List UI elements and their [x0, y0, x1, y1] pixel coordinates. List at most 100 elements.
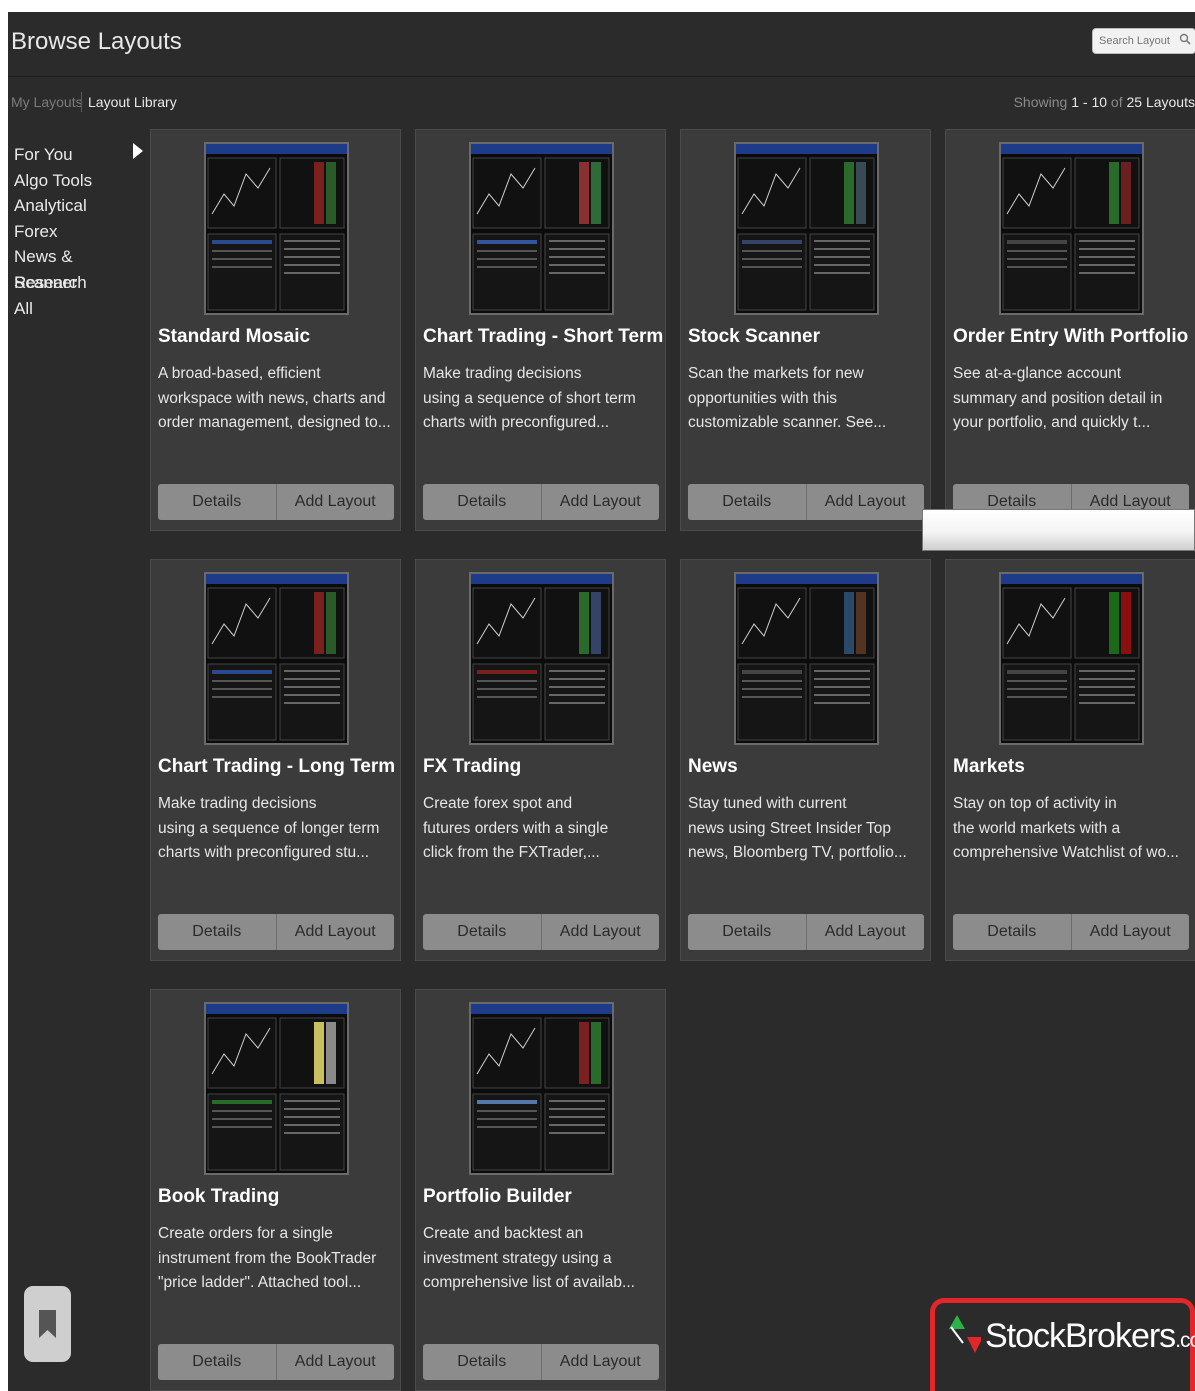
card-button-bar: Details Add Layout: [158, 484, 394, 520]
add-layout-button[interactable]: Add Layout: [807, 484, 925, 520]
details-button[interactable]: Details: [423, 484, 542, 520]
layout-thumbnail[interactable]: [469, 572, 614, 745]
description-line: Stay on top of activity in: [953, 795, 1117, 812]
layout-thumbnail[interactable]: [734, 142, 879, 315]
showing-label: Showing: [1013, 94, 1068, 110]
search-box[interactable]: [1092, 28, 1195, 54]
description-line: See at-a-glance account: [953, 365, 1122, 382]
search-input[interactable]: [1097, 29, 1183, 53]
layout-thumbnail[interactable]: [734, 572, 879, 745]
card-button-bar: Details Add Layout: [158, 1344, 394, 1380]
details-button[interactable]: Details: [953, 914, 1072, 950]
description-line: your portfolio, and quickly t...: [953, 414, 1151, 431]
layout-description: A broad-based, efficient workspace with n…: [158, 362, 392, 436]
description-line: news using Street Insider Top: [688, 819, 892, 837]
add-layout-button[interactable]: Add Layout: [542, 1344, 660, 1380]
layout-description: Create orders for a single instrument fro…: [158, 1222, 392, 1296]
sidebar-item-forex[interactable]: Forex: [14, 219, 144, 245]
add-layout-button[interactable]: Add Layout: [542, 484, 660, 520]
description-line: order management, designed to...: [158, 414, 391, 431]
description-line: workspace with news, charts and: [158, 389, 386, 407]
browse-layouts-window: Browse Layouts My Layouts Layout Library…: [8, 12, 1195, 1391]
add-layout-button[interactable]: Add Layout: [542, 914, 660, 950]
description-line: "price ladder". Attached tool...: [158, 1274, 362, 1291]
layout-card: Order Entry With Portfolio See at-a-glanc…: [945, 129, 1195, 531]
details-button[interactable]: Details: [423, 914, 542, 950]
layout-title: Chart Trading - Long Term: [158, 756, 396, 777]
sidebar-item-news-research[interactable]: News & Research: [14, 244, 144, 292]
layout-title: Markets: [953, 756, 1025, 777]
add-layout-button[interactable]: Add Layout: [277, 914, 395, 950]
layout-card: News Stay tuned with current news using St…: [680, 559, 931, 961]
search-icon[interactable]: [1179, 33, 1191, 45]
layout-title: FX Trading: [423, 756, 522, 777]
showing-to: 10: [1091, 94, 1108, 110]
add-layout-button[interactable]: Add Layout: [1072, 914, 1190, 950]
details-button[interactable]: Details: [158, 1344, 277, 1380]
layout-card: Chart Trading - Long Term Make trading de…: [150, 559, 401, 961]
description-line: using a sequence of longer term: [158, 819, 380, 837]
description-line: investment strategy using a: [423, 1249, 612, 1267]
add-layout-button[interactable]: Add Layout: [277, 484, 395, 520]
overlay-bar: [922, 509, 1195, 551]
details-button[interactable]: Details: [688, 914, 807, 950]
sidebar-item-analytical[interactable]: Analytical: [14, 193, 144, 219]
details-button[interactable]: Details: [158, 484, 277, 520]
sidebar-item-algo-tools[interactable]: Algo Tools: [14, 168, 144, 194]
brand-logo-icon: [949, 1315, 981, 1353]
layout-thumbnail[interactable]: [469, 1002, 614, 1175]
brand-name: StockBrokers.com: [985, 1317, 1195, 1356]
layout-card: Stock Scanner Scan the markets for new opp…: [680, 129, 931, 531]
tab-my-layouts[interactable]: My Layouts: [11, 94, 83, 110]
tab-divider: [81, 92, 82, 112]
showing-dash: -: [1082, 94, 1088, 110]
description-line: summary and position detail in: [953, 389, 1163, 407]
description-line: Create orders for a single: [158, 1225, 333, 1242]
description-line: Stay tuned with current: [688, 795, 847, 812]
layout-thumbnail[interactable]: [204, 572, 349, 745]
description-line: futures orders with a single: [423, 819, 609, 837]
layout-thumbnail[interactable]: [999, 142, 1144, 315]
description-line: Make trading decisions: [423, 365, 582, 382]
showing-unit: Layouts: [1145, 94, 1195, 110]
layout-card: Book Trading Create orders for a single in…: [150, 989, 401, 1391]
description-line: charts with preconfigured...: [423, 414, 610, 431]
bookmark-button[interactable]: [24, 1286, 71, 1362]
layout-title: Chart Trading - Short Term: [423, 326, 664, 347]
description-line: Create forex spot and: [423, 795, 573, 812]
sidebar-item-for-you[interactable]: For You: [14, 142, 144, 168]
layout-thumbnail[interactable]: [204, 142, 349, 315]
tab-layout-library[interactable]: Layout Library: [88, 94, 177, 110]
layout-card: Portfolio Builder Create and backtest an i…: [415, 989, 666, 1391]
results-count: Showing 1 - 10 of 25 Layouts: [1014, 94, 1195, 110]
card-button-bar: Details Add Layout: [423, 1344, 659, 1380]
description-line: news, Bloomberg TV, portfolio...: [688, 844, 907, 861]
sidebar-item-all[interactable]: All: [14, 296, 144, 322]
layout-card: Standard Mosaic A broad-based, efficient w…: [150, 129, 401, 531]
card-button-bar: Details Add Layout: [423, 914, 659, 950]
layout-description: Stay on top of activity in the world mark…: [953, 792, 1187, 866]
layout-thumbnail[interactable]: [204, 1002, 349, 1175]
details-button[interactable]: Details: [423, 1344, 542, 1380]
layout-card: Chart Trading - Short Term Make trading d…: [415, 129, 666, 531]
description-line: opportunities with this: [688, 389, 838, 407]
add-layout-button[interactable]: Add Layout: [807, 914, 925, 950]
layout-thumbnail[interactable]: [469, 142, 614, 315]
brand-name-text: StockBrokers: [985, 1317, 1176, 1355]
library-subbar: My Layouts Layout Library Showing 1 - 10…: [8, 92, 1195, 112]
layout-title: Standard Mosaic: [158, 326, 311, 347]
layout-title: Book Trading: [158, 1186, 280, 1207]
showing-of: of: [1110, 94, 1123, 110]
layout-card: FX Trading Create forex spot and futures o…: [415, 559, 666, 961]
layout-title: Stock Scanner: [688, 326, 820, 347]
details-button[interactable]: Details: [158, 914, 277, 950]
description-line: instrument from the BookTrader: [158, 1249, 377, 1267]
layout-description: Scan the markets for new opportunities wi…: [688, 362, 922, 436]
layout-thumbnail[interactable]: [999, 572, 1144, 745]
layout-description: Create forex spot and futures orders with…: [423, 792, 657, 866]
details-button[interactable]: Details: [688, 484, 807, 520]
add-layout-button[interactable]: Add Layout: [277, 1344, 395, 1380]
card-button-bar: Details Add Layout: [688, 914, 924, 950]
card-button-bar: Details Add Layout: [158, 914, 394, 950]
description-line: A broad-based, efficient: [158, 365, 321, 382]
